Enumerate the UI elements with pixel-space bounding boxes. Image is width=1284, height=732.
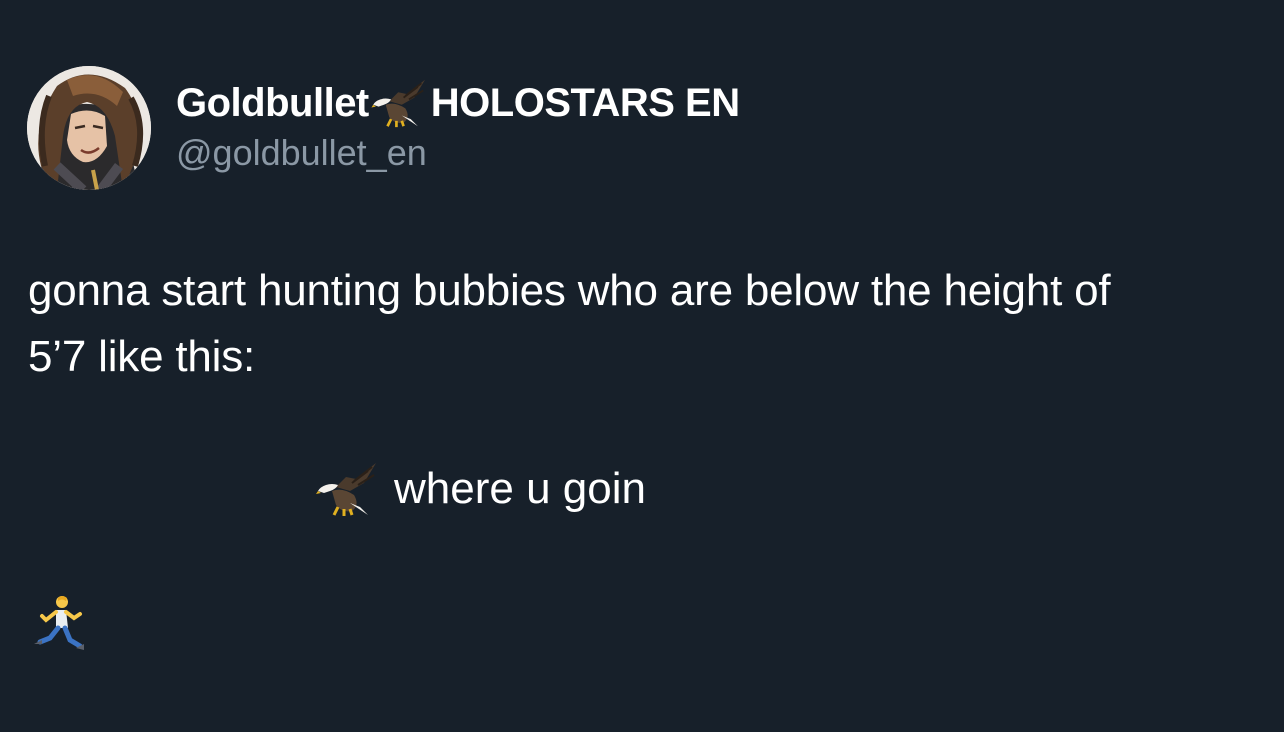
display-name-suffix[interactable]: HOLOSTARS EN — [431, 81, 740, 126]
display-name[interactable]: Goldbullet — [176, 81, 369, 126]
tweet-card: Goldbullet HOLOSTARS EN @goldbullet_en g… — [0, 0, 1284, 732]
tweet-text-line-1: gonna start hunting bubbies who are belo… — [28, 266, 1111, 315]
avatar[interactable] — [27, 66, 151, 190]
person-running-icon — [32, 594, 86, 652]
name-row[interactable]: Goldbullet HOLOSTARS EN — [176, 78, 740, 128]
tweet-header: Goldbullet HOLOSTARS EN @goldbullet_en — [176, 78, 740, 174]
eagle-icon — [316, 458, 380, 520]
tweet-eagle-line: where u goin — [316, 458, 646, 520]
tweet-text-line-2: 5’7 like this: — [28, 332, 256, 381]
avatar-image — [27, 66, 151, 190]
eagle-icon — [371, 78, 429, 128]
tweet-eagle-text: where u goin — [394, 464, 646, 513]
user-handle[interactable]: @goldbullet_en — [176, 132, 740, 174]
